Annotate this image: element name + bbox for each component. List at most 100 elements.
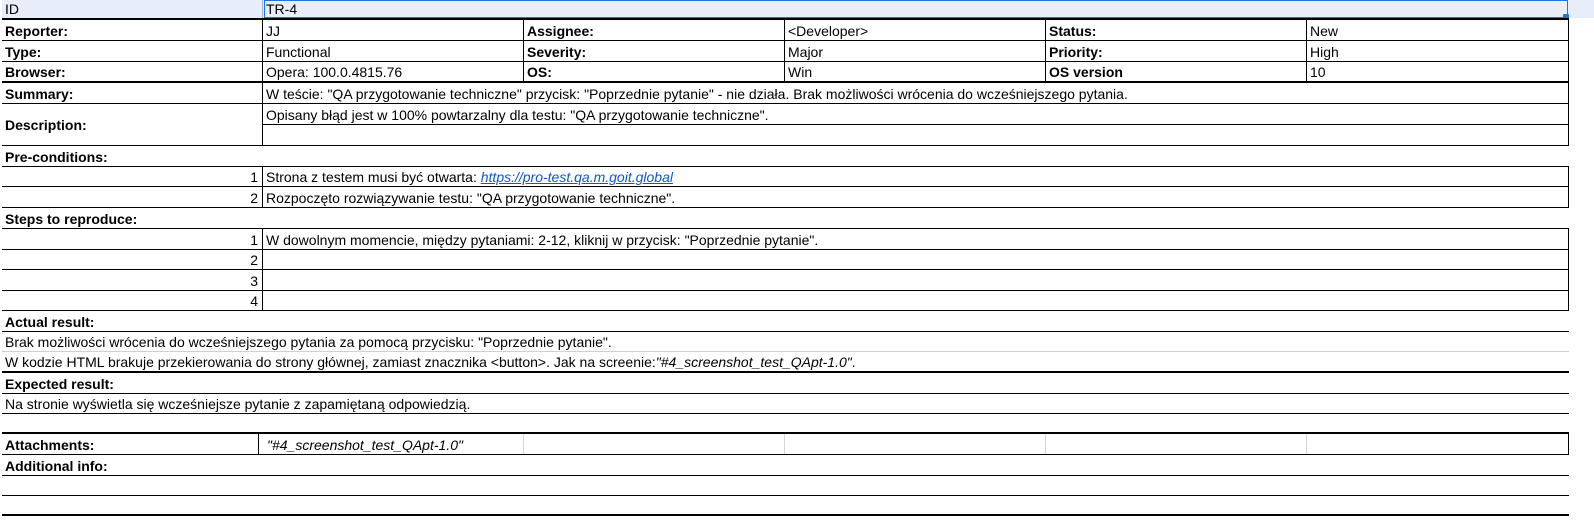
precondition-number: 2 bbox=[250, 190, 258, 206]
row-border bbox=[2, 61, 1569, 62]
step-number: 1 bbox=[250, 232, 258, 248]
additional-info-label: Additional info: bbox=[5, 458, 108, 474]
additional-empty-cell[interactable] bbox=[2, 476, 1569, 495]
row-border bbox=[2, 290, 1569, 291]
step-number: 3 bbox=[250, 273, 258, 289]
actual-line-row: Brak możliwości wrócenia do wcześniejsze… bbox=[2, 332, 1594, 351]
browser-label: Browser: bbox=[5, 64, 66, 80]
summary-label: Summary: bbox=[5, 86, 74, 102]
assignee-label: Assignee: bbox=[523, 20, 784, 40]
precondition-number: 1 bbox=[250, 169, 258, 185]
actual-line2-prefix: W kodzie HTML brakuje przekierowania do … bbox=[5, 354, 656, 370]
additional-empty-row bbox=[2, 496, 1594, 514]
os-value[interactable]: Win bbox=[784, 62, 1045, 81]
row-border bbox=[2, 475, 1569, 476]
id-row: ID TR-4 bbox=[2, 0, 1594, 18]
row-border bbox=[2, 413, 1569, 414]
step-row: 4 bbox=[2, 291, 1594, 310]
actual-result-label: Actual result: bbox=[5, 314, 95, 330]
type-row: Type: Functional Severity: Major Priorit… bbox=[2, 41, 1594, 61]
precondition-text[interactable]: Strona z testem musi być otwarta: https:… bbox=[262, 167, 1569, 186]
attachments-empty-cell[interactable] bbox=[523, 434, 784, 454]
os-label: OS: bbox=[523, 62, 784, 81]
step-row: 2 bbox=[2, 250, 1594, 269]
row-border bbox=[2, 166, 1569, 167]
precondition-text-label: Strona z testem musi być otwarta: bbox=[266, 169, 477, 185]
step-row: 3 bbox=[2, 270, 1594, 290]
reporter-row: Reporter: JJ Assignee: <Developer> Statu… bbox=[2, 20, 1594, 40]
actual-line2-suffix: . bbox=[851, 354, 856, 370]
step-number: 4 bbox=[250, 293, 258, 309]
actual-line2-italic: "#4_screenshot_test_QApt-1.0" bbox=[655, 354, 852, 370]
description-text: Opisany błąd jest w 100% powtarzalny dla… bbox=[266, 107, 769, 123]
row-border bbox=[2, 186, 1569, 187]
actual-result-line[interactable]: Brak możliwości wrócenia do wcześniejsze… bbox=[2, 332, 1569, 351]
row-border bbox=[2, 432, 1569, 434]
summary-value[interactable]: W teście: "QA przygotowanie techniczne" … bbox=[262, 83, 1569, 103]
step-text[interactable] bbox=[262, 250, 1569, 269]
priority-value[interactable]: High bbox=[1306, 41, 1569, 61]
attachments-value[interactable]: "#4_screenshot_test_QApt-1.0" bbox=[258, 434, 523, 454]
actual-header-row: Actual result: bbox=[2, 311, 1594, 331]
browser-value[interactable]: Opera: 100.0.4815.76 bbox=[262, 62, 523, 81]
step-text[interactable]: W dowolnym momencie, między pytaniami: 2… bbox=[262, 229, 1569, 249]
reporter-label: Reporter: bbox=[5, 23, 69, 39]
status-value[interactable]: New bbox=[1306, 20, 1569, 40]
expected-empty-cell[interactable] bbox=[2, 414, 1569, 432]
reporter-value[interactable]: JJ bbox=[262, 20, 523, 40]
step-text[interactable] bbox=[262, 291, 1569, 310]
row-border bbox=[262, 124, 1569, 125]
preconditions-label: Pre-conditions: bbox=[5, 149, 108, 165]
expected-line-row: Na stronie wyświetla się wcześniejsze py… bbox=[2, 394, 1594, 413]
attachments-row: Attachments: "#4_screenshot_test_QApt-1.… bbox=[2, 434, 1594, 454]
row-border bbox=[2, 18, 1569, 20]
additional-empty-cell[interactable] bbox=[2, 496, 1569, 514]
row-border bbox=[2, 393, 1569, 394]
row-border bbox=[2, 103, 1569, 104]
attachments-label: Attachments: bbox=[5, 437, 95, 453]
actual-line-row: W kodzie HTML brakuje przekierowania do … bbox=[2, 352, 1594, 371]
id-label-cell[interactable]: ID bbox=[2, 0, 262, 18]
step-number: 2 bbox=[250, 252, 258, 268]
summary-row: Summary: W teście: "QA przygotowanie tec… bbox=[2, 83, 1594, 103]
attachments-empty-cell[interactable] bbox=[1306, 434, 1569, 454]
step-text[interactable] bbox=[262, 270, 1569, 290]
expected-empty-row bbox=[2, 414, 1594, 432]
severity-label: Severity: bbox=[523, 41, 784, 61]
status-label: Status: bbox=[1045, 20, 1306, 40]
row-border bbox=[2, 81, 1569, 83]
steps-label: Steps to reproduce: bbox=[5, 211, 138, 227]
row-border bbox=[2, 454, 1569, 455]
row-border bbox=[2, 371, 1569, 373]
attachments-empty-cell[interactable] bbox=[784, 434, 1045, 454]
row-border bbox=[2, 228, 1569, 229]
row-border bbox=[2, 207, 1569, 208]
row-border bbox=[2, 495, 1569, 496]
browser-row: Browser: Opera: 100.0.4815.76 OS: Win OS… bbox=[2, 62, 1594, 81]
severity-value[interactable]: Major bbox=[784, 41, 1045, 61]
expected-header-row: Expected result: bbox=[2, 373, 1594, 393]
row-border bbox=[2, 351, 1569, 352]
bug-report-sheet: ID TR-4 Reporter: JJ Assignee: <Develope… bbox=[2, 0, 1594, 528]
precondition-text[interactable]: Rozpoczęto rozwiązywanie testu: "QA przy… bbox=[262, 187, 1569, 207]
precondition-link[interactable]: https://pro-test.qa.m.goit.global bbox=[481, 170, 673, 184]
row-border bbox=[2, 269, 1569, 270]
step-row: 1 W dowolnym momencie, między pytaniami:… bbox=[2, 229, 1594, 249]
actual-result-line[interactable]: W kodzie HTML brakuje przekierowania do … bbox=[2, 352, 1569, 371]
row-border bbox=[2, 331, 1569, 332]
id-value-cell[interactable]: TR-4 bbox=[262, 0, 1569, 18]
row-border bbox=[2, 310, 1569, 311]
os-version-label: OS version bbox=[1045, 62, 1306, 81]
row-border bbox=[2, 40, 1569, 41]
additional-empty-row bbox=[2, 476, 1594, 495]
os-version-value[interactable]: 10 bbox=[1306, 62, 1569, 81]
precondition-row: 1 Strona z testem musi być otwarta: http… bbox=[2, 167, 1594, 186]
attachments-empty-cell[interactable] bbox=[1045, 434, 1306, 454]
type-label: Type: bbox=[5, 44, 42, 60]
id-label: ID bbox=[5, 1, 19, 17]
steps-header-row: Steps to reproduce: bbox=[2, 208, 1594, 228]
assignee-value[interactable]: <Developer> bbox=[784, 20, 1045, 40]
type-value[interactable]: Functional bbox=[262, 41, 523, 61]
expected-result-line[interactable]: Na stronie wyświetla się wcześniejsze py… bbox=[2, 394, 1569, 413]
priority-label: Priority: bbox=[1045, 41, 1306, 61]
